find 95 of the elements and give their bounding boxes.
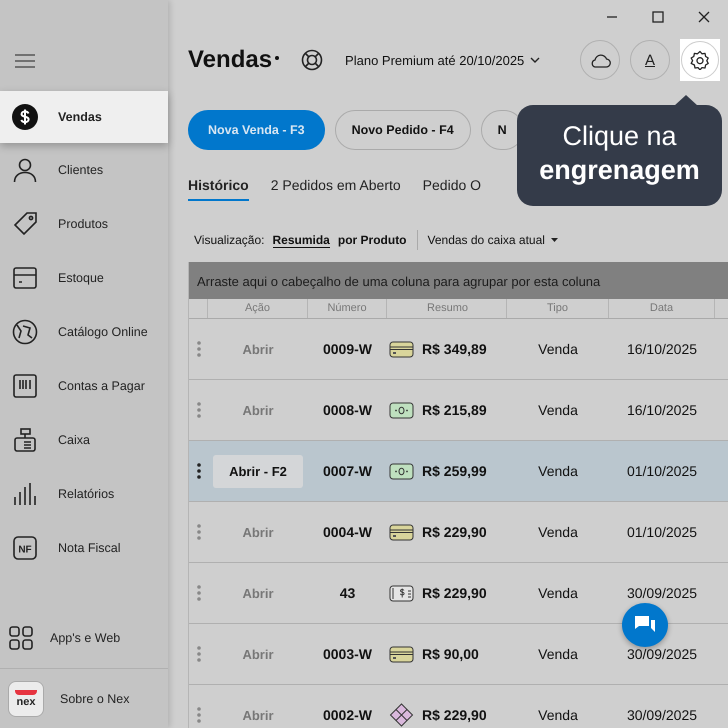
table-cell: R$ 259,99: [422, 463, 487, 479]
sidebar-item[interactable]: App's e Web: [0, 608, 168, 668]
table-row[interactable]: Abrir 0004-W R$ 229,90 Venda 01/10/2025: [189, 502, 728, 563]
open-button[interactable]: Abrir - F2: [213, 454, 303, 488]
sidebar-item[interactable]: nex Sobre o Nex: [0, 668, 168, 728]
person-icon: [12, 157, 38, 183]
drag-handle-icon: [196, 585, 200, 601]
bill-icon: [389, 584, 414, 602]
drag-handle-icon: [196, 646, 200, 662]
nex-logo: nex: [8, 680, 44, 716]
table-cell-text: Venda: [537, 707, 579, 723]
sidebar-item[interactable]: NF Nota Fiscal: [0, 521, 168, 575]
table-cell-text: Venda: [537, 463, 579, 479]
bar-chart-icon: [12, 481, 38, 507]
table-cell-text: Venda: [537, 402, 579, 418]
drag-handle-icon: [196, 463, 200, 479]
table-cell-text: 16/10/2025: [626, 402, 698, 418]
close-icon[interactable]: [698, 11, 710, 23]
table-cell: R$ 229,90: [422, 524, 487, 540]
table-cell-text: 01/10/2025: [626, 463, 698, 479]
sidebar-item[interactable]: Produtos: [0, 197, 168, 251]
table-cell: R$ 90,00: [422, 646, 479, 662]
table-row[interactable]: Abrir - F2 0007-W R$ 259,99 Venda 01/10/2025: [189, 441, 728, 502]
drag-handle-icon: [196, 402, 200, 418]
table-row[interactable]: Abrir 0009-W R$ 349,89 Venda 16/10/2025: [189, 319, 728, 380]
table-cell: R$ 215,89: [422, 402, 487, 418]
action-button[interactable]: Nova Venda - F3: [188, 110, 325, 150]
filter-dropdown[interactable]: Vendas do caixa atual: [428, 233, 558, 247]
view-option[interactable]: Resumida: [272, 232, 330, 248]
table-cell-text: Venda: [537, 524, 579, 540]
drag-handle-icon: [196, 524, 200, 540]
table-cell: R$ 229,90: [422, 707, 487, 723]
font-button[interactable]: A: [630, 40, 670, 80]
table-cell-text: 43: [338, 585, 356, 601]
drag-handle-icon: [196, 341, 200, 357]
chat-button[interactable]: [622, 603, 668, 647]
card-icon: [389, 524, 414, 540]
table-cell: R$ 349,89: [422, 341, 487, 357]
table-cell-text: 0009-W: [322, 341, 374, 357]
box-icon: [12, 265, 38, 291]
cloud-icon: [589, 52, 611, 68]
tag-icon: [12, 211, 38, 237]
cash-register-icon: [12, 427, 38, 453]
banknote-icon: [389, 402, 414, 418]
table-cell-text: 30/09/2025: [626, 646, 698, 662]
view-option[interactable]: por Produto: [338, 233, 407, 247]
card-icon: [389, 646, 414, 662]
sidebar-item[interactable]: Vendas: [0, 91, 168, 143]
table-cell-text: 0003-W: [322, 646, 374, 662]
table-cell-text: 0004-W: [322, 524, 374, 540]
table-cell-text: 01/10/2025: [626, 524, 698, 540]
sidebar-item[interactable]: Catálogo Online: [0, 305, 168, 359]
tab[interactable]: Pedido O: [422, 169, 482, 201]
table-cell-text: 0007-W: [322, 463, 374, 479]
settings-icon: [690, 50, 710, 70]
tooltip-text: Clique na: [561, 120, 678, 153]
table-cell-text: 0008-W: [322, 402, 374, 418]
card-icon: [389, 340, 414, 358]
sidebar-item[interactable]: Contas a Pagar: [0, 359, 168, 413]
table-cell-text: Venda: [537, 646, 579, 662]
dollar-icon: [12, 104, 38, 130]
sidebar-item[interactable]: Relatórios: [0, 467, 168, 521]
page-title: Vendas: [188, 46, 272, 74]
banknote-icon: [389, 462, 414, 480]
drag-handle-icon: [196, 707, 200, 723]
lifebuoy-icon[interactable]: [301, 49, 324, 71]
diamond-icon: [389, 703, 414, 727]
sidebar-item[interactable]: Clientes: [0, 143, 168, 197]
plan-dropdown[interactable]: Plano Premium até 20/10/2025: [345, 52, 540, 68]
view-label: Visualização:: [194, 233, 264, 247]
table-cell-text: 30/09/2025: [626, 585, 698, 601]
cloud-button[interactable]: [580, 40, 620, 80]
group-panel: Arraste aqui o cabeçalho de uma coluna para agrupar por esta coluna: [189, 262, 728, 299]
grid-icon: [8, 625, 34, 651]
table-cell-text: 0002-W: [322, 707, 374, 723]
sidebar-item[interactable]: Estoque: [0, 251, 168, 305]
tooltip-text: engrenagem: [538, 154, 701, 187]
barcode-icon: [12, 373, 38, 399]
menu-icon[interactable]: [15, 54, 35, 68]
caret-icon: [550, 238, 558, 242]
table-cell-text: 16/10/2025: [626, 341, 698, 357]
globe-icon: [12, 319, 38, 345]
tab[interactable]: Histórico: [188, 169, 249, 201]
invoice-icon: NF: [12, 535, 38, 561]
sidebar-item[interactable]: Caixa: [0, 413, 168, 467]
dot-icon: [275, 56, 280, 60]
table-cell-text: 30/09/2025: [626, 707, 698, 723]
table-cell-text: Venda: [537, 341, 579, 357]
table-cell-text: Venda: [537, 585, 579, 601]
tab[interactable]: 2 Pedidos em Aberto: [270, 169, 401, 201]
maximize-icon[interactable]: [652, 11, 664, 23]
table-row[interactable]: Abrir 0002-W R$ 229,90 Venda 30/09/2025: [189, 685, 728, 728]
chevron-down-icon: [530, 57, 540, 63]
action-button[interactable]: Novo Pedido - F4: [334, 110, 471, 150]
table-cell: R$ 229,90: [422, 585, 487, 601]
